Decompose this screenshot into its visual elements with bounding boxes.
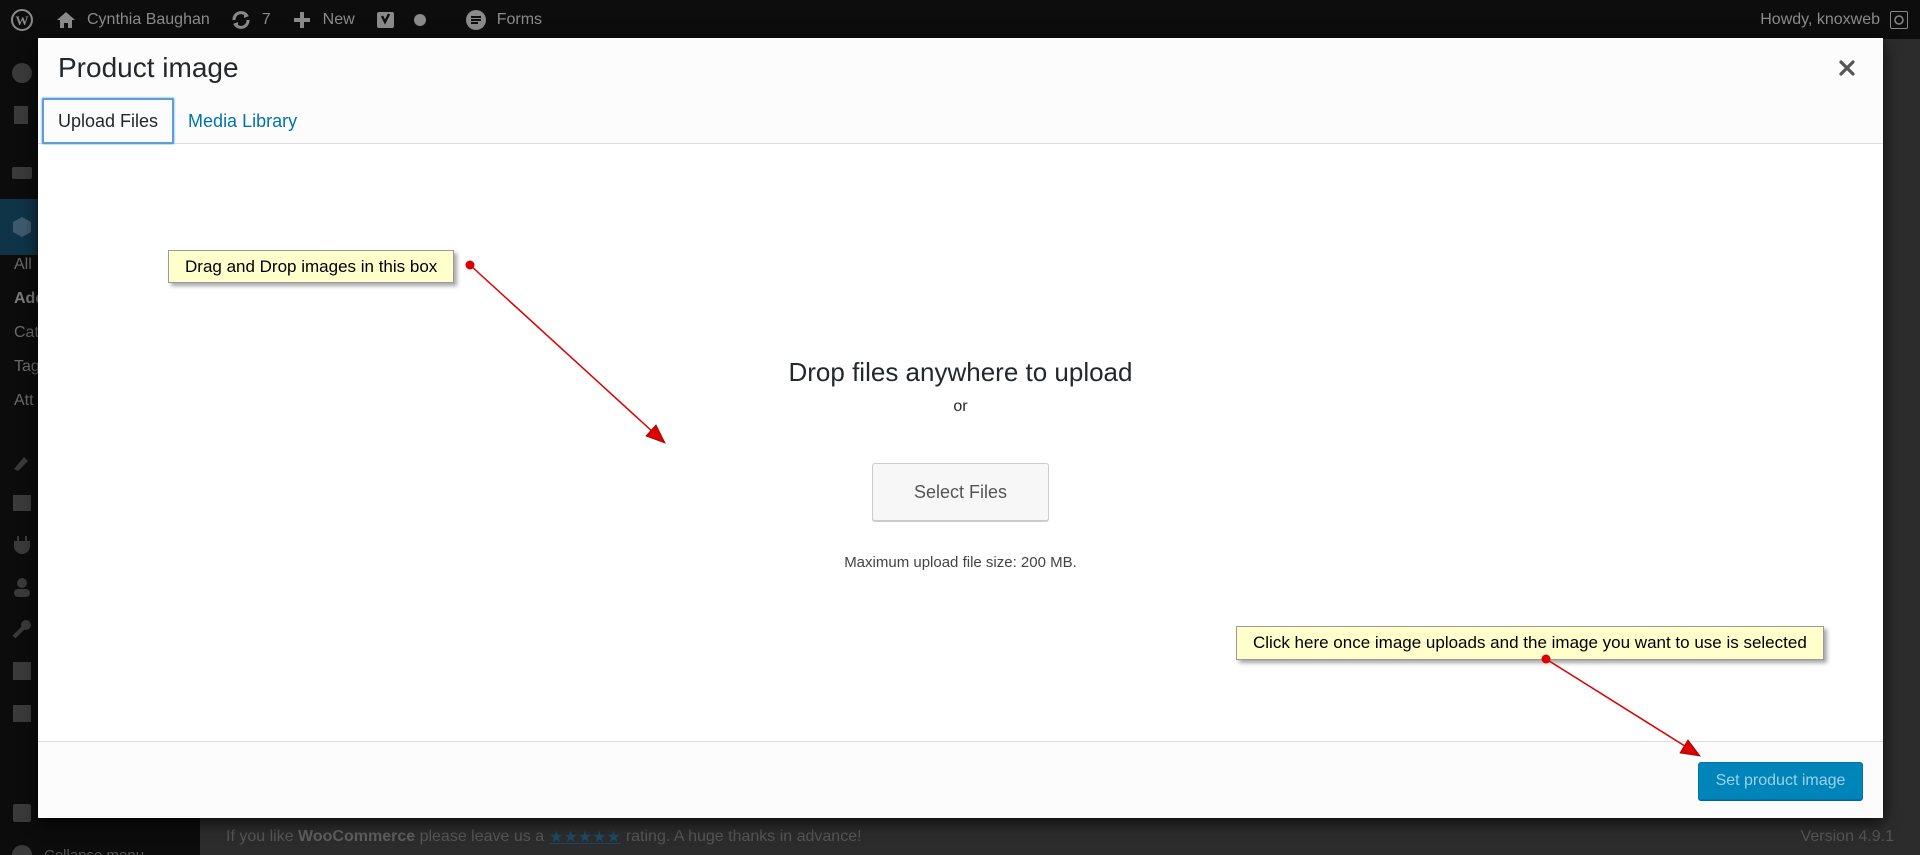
tab-upload-files[interactable]: Upload Files (42, 98, 175, 144)
site-name-link[interactable]: Cynthia Baughan (44, 0, 219, 39)
drop-instructions: Drop files anywhere to upload (788, 357, 1133, 387)
woocommerce-icon (12, 167, 32, 179)
tools-icon (12, 620, 31, 639)
sidebar-item-tags: Tag (14, 358, 40, 375)
or-separator: or (953, 398, 968, 415)
settings-icon (13, 662, 31, 680)
modal-toolbar: Set product image (38, 741, 1883, 818)
sidebar-item-categories: Cat (14, 324, 39, 341)
forms-link[interactable]: Forms (454, 0, 551, 39)
rating-stars-link[interactable]: ★★★★★ (549, 827, 621, 847)
footer-suffix: rating. A huge thanks in advance! (625, 827, 862, 845)
plugins-icon (14, 536, 30, 554)
appearance-icon (14, 457, 28, 471)
new-content-link[interactable]: New (280, 0, 364, 39)
plus-icon (289, 7, 315, 33)
status-dot-icon (407, 7, 433, 33)
select-files-button[interactable]: Select Files (872, 463, 1049, 521)
yoast-sidebar-icon (13, 804, 31, 822)
forms-label: Forms (496, 10, 543, 28)
updates-link[interactable]: 7 (219, 0, 280, 39)
callout-drag-drop: Drag and Drop images in this box (168, 250, 455, 283)
collapse-menu-label: Collapse menu (44, 847, 144, 855)
site-name: Cynthia Baughan (87, 10, 210, 28)
sidebar-item-all: All (14, 256, 32, 273)
forms-icon (463, 7, 489, 33)
footer-brand: WooCommerce (298, 827, 416, 845)
products-icon (13, 217, 31, 237)
modal-header: Product image Upload Files Media Library (38, 38, 1883, 144)
wordpress-icon: W (9, 7, 35, 33)
callout-click-here: Click here once image uploads and the im… (1236, 626, 1824, 660)
admin-bar: W Cynthia Baughan 7 New Forms Howdy, kno… (0, 0, 1920, 39)
greeting: Howdy, knoxweb (1760, 10, 1880, 28)
calendar-icon (13, 705, 31, 722)
admin-footer: If you like WooCommerce please leave us … (200, 818, 1920, 855)
yoast-icon (373, 7, 399, 33)
avatar (1890, 10, 1908, 29)
version-label: Version 4.9.1 (1800, 828, 1894, 845)
new-label: New (322, 10, 355, 28)
updates-count: 7 (261, 10, 271, 28)
max-upload-size: Maximum upload file size: 200 MB. (844, 554, 1077, 571)
product-image-modal: Product image Upload Files Media Library… (38, 38, 1883, 818)
users-icon (14, 578, 30, 597)
close-icon (1839, 60, 1855, 76)
home-icon (53, 7, 79, 33)
modal-title: Product image (58, 52, 239, 83)
close-button[interactable] (1831, 52, 1863, 84)
wordpress-logo-button[interactable]: W (0, 0, 44, 39)
tab-media-library[interactable]: Media Library (174, 98, 311, 144)
layout-icon (13, 495, 31, 511)
collapse-icon (12, 845, 32, 855)
set-product-image-button[interactable]: Set product image (1698, 762, 1863, 800)
refresh-icon (228, 7, 254, 33)
svg-text:W: W (16, 13, 29, 28)
footer-prefix: If you like (226, 827, 294, 845)
pages-icon (14, 106, 28, 124)
sidebar-item-attributes: Att (14, 392, 34, 409)
yoast-seo-link[interactable] (364, 0, 442, 39)
modal-tabs: Upload Files Media Library (42, 98, 311, 144)
footer-mid: please leave us a (419, 827, 545, 845)
my-account[interactable]: Howdy, knoxweb (1760, 0, 1908, 39)
dashboard-icon (12, 63, 32, 83)
